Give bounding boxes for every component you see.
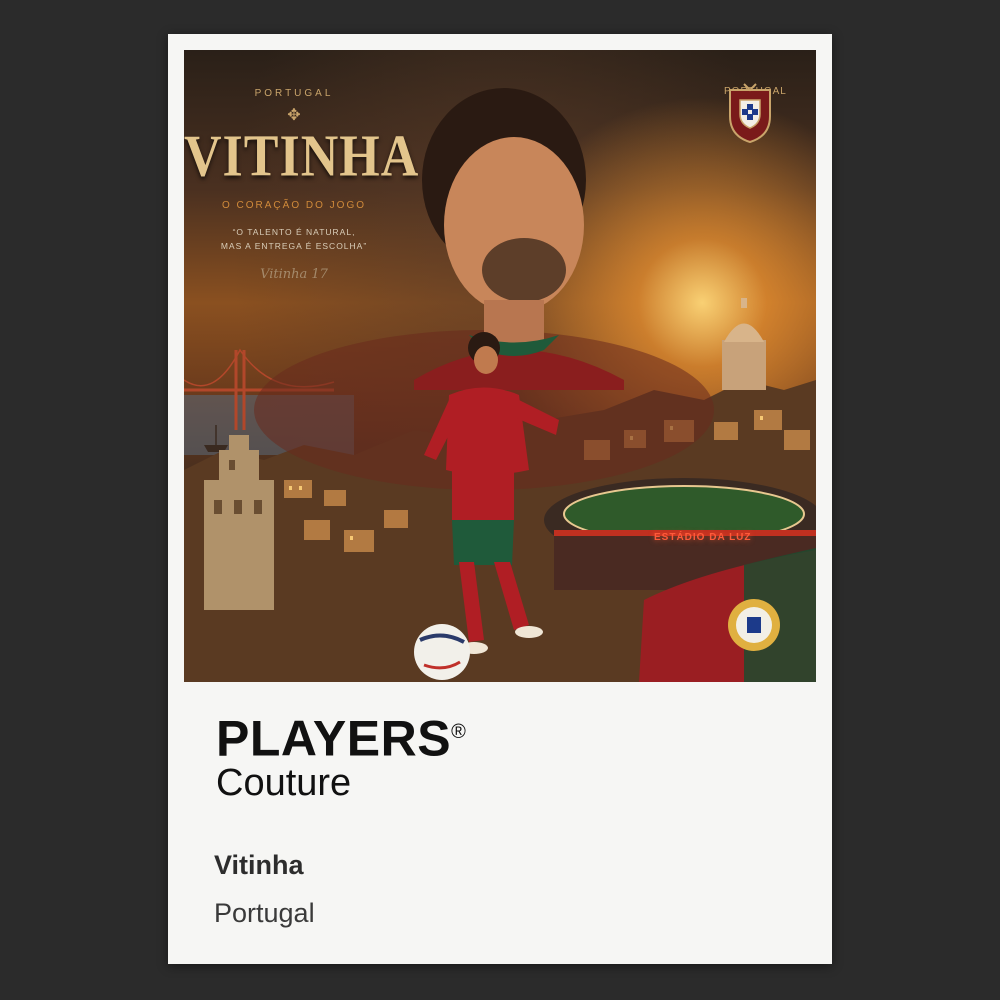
federation-crest: PORTUGAL	[724, 82, 786, 144]
brand-title: PLAYERS®	[216, 704, 466, 767]
registered-mark: ®	[451, 721, 467, 743]
poster-tagline: O CORAÇÃO DO JOGO	[221, 200, 366, 211]
poster-player-name: VITINHA	[184, 123, 420, 190]
quote-line-1: “O TALENTO É NATURAL,	[232, 227, 356, 237]
quote-line-2: MAS A ENTREGA É ESCOLHA”	[220, 241, 368, 251]
player-signature: Vitinha 17	[260, 267, 328, 282]
shield-icon	[729, 83, 771, 144]
stadium-sign: ESTÁDIO DA LUZ	[654, 532, 752, 543]
player-country: Portugal	[214, 898, 315, 928]
poster-card: PORTUGAL ✥ VITINHA O CORAÇÃO DO JOGO “O …	[168, 34, 832, 964]
brand-subtitle: Couture	[216, 761, 352, 804]
brand-title-text: PLAYERS	[216, 710, 452, 767]
brand-block: PLAYERS® Couture	[216, 704, 466, 803]
poster-country-label: PORTUGAL	[254, 88, 334, 99]
poster-title-block: PORTUGAL ✥ VITINHA O CORAÇÃO DO JOGO “O …	[184, 88, 420, 282]
player-name: Vitinha	[214, 850, 304, 880]
poster-quote: “O TALENTO É NATURAL, MAS A ENTREGA É ES…	[184, 225, 404, 253]
poster-artwork: PORTUGAL ✥ VITINHA O CORAÇÃO DO JOGO “O …	[184, 50, 816, 682]
